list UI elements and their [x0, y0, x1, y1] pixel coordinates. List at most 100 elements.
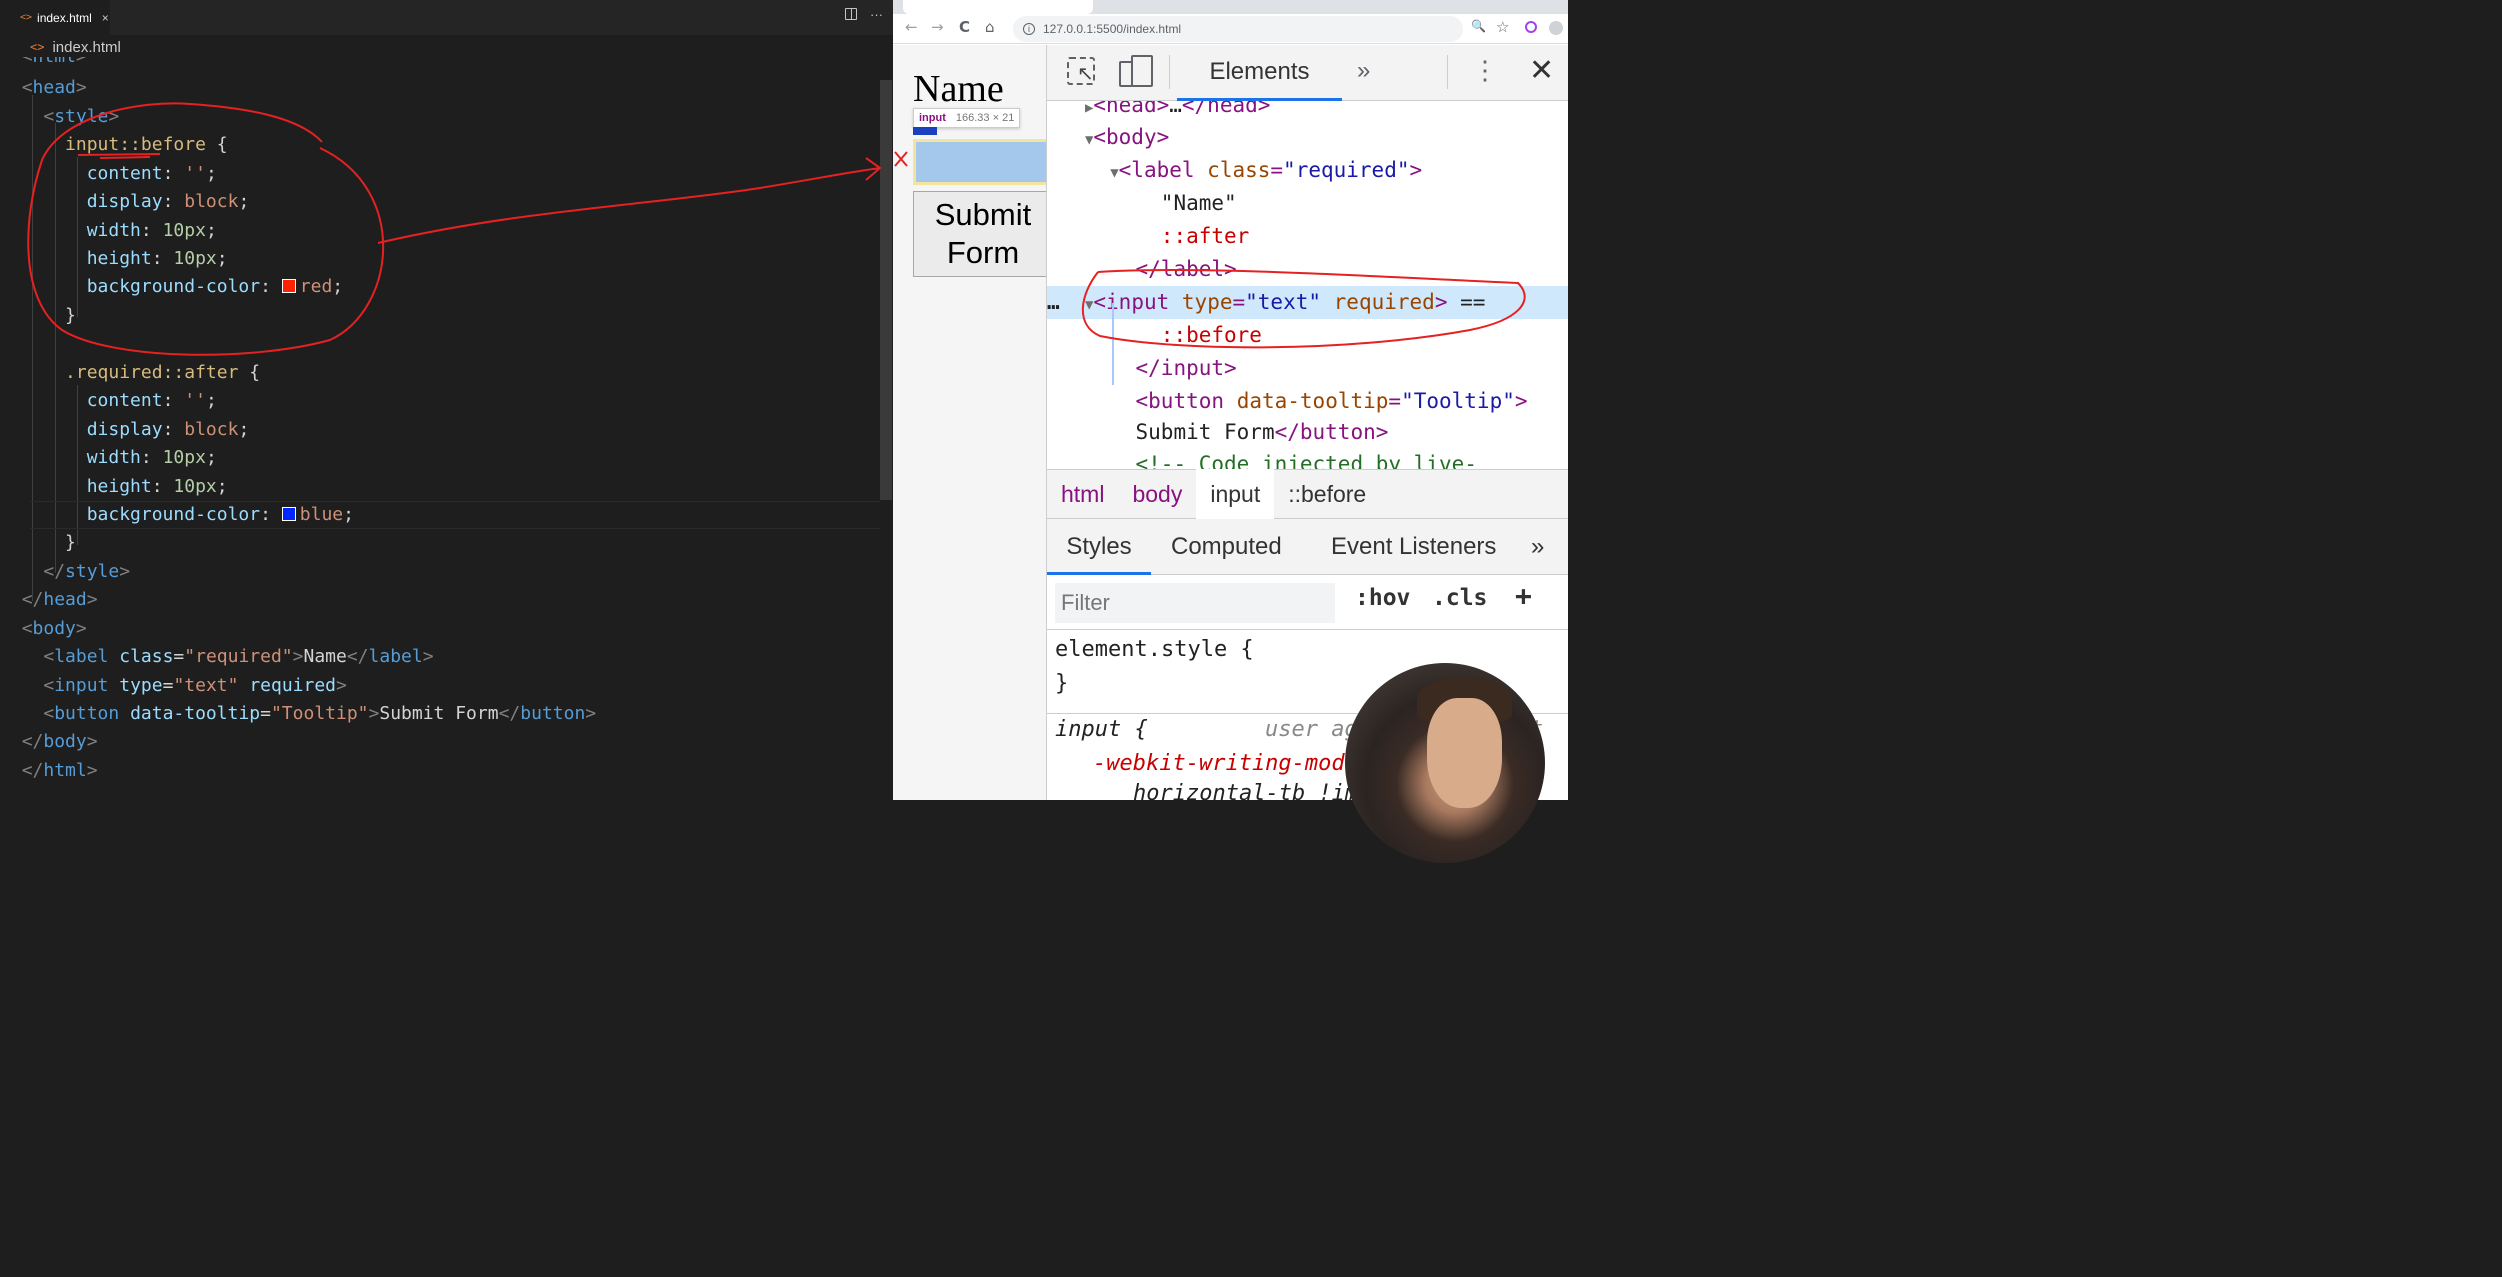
color-swatch-blue[interactable]	[281, 507, 296, 521]
styles-filter-input[interactable]: Filter	[1055, 583, 1335, 623]
tab-computed[interactable]: Computed	[1171, 519, 1282, 575]
dom-node-input-close[interactable]: </input>	[1047, 352, 1568, 385]
page-label-name: Name	[913, 68, 1004, 110]
more-actions-icon[interactable]: ···	[870, 7, 883, 22]
dom-node-comment[interactable]: <!-- Code injected by live-	[1047, 448, 1568, 469]
styles-subtabs: Styles Computed Event Listeners »	[1047, 519, 1568, 575]
code-line: height: 10px;	[86, 248, 228, 269]
code-line: </style>	[43, 561, 131, 582]
html-file-icon: <>	[30, 40, 45, 54]
code-line: <html>	[0, 57, 87, 71]
code-line: <style>	[43, 106, 120, 127]
back-icon[interactable]: ←	[905, 18, 918, 36]
dom-node-button[interactable]: <button data-tooltip="Tooltip">	[1047, 385, 1568, 418]
tab-event-listeners[interactable]: Event Listeners	[1331, 519, 1496, 575]
browser-tab-strip	[893, 0, 1568, 14]
dom-node-input-selected[interactable]: … ▼<input type="text" required> ==	[1047, 286, 1568, 319]
dom-node-button-text[interactable]: Submit Form</button>	[1047, 416, 1568, 449]
breadcrumb-file: index.html	[52, 38, 121, 56]
code-line: <body>	[21, 618, 87, 639]
code-editor[interactable]: 50 <> index.html × ··· <> index.html <ht…	[0, 0, 893, 800]
page-text-input[interactable]	[913, 139, 1046, 185]
collapse-caret-icon[interactable]: ▼	[1110, 165, 1118, 181]
more-subtabs-icon[interactable]: »	[1531, 519, 1544, 575]
breadcrumb-html[interactable]: html	[1047, 469, 1118, 519]
element-style-rule[interactable]: element.style {	[1055, 637, 1254, 662]
color-swatch-red[interactable]	[281, 279, 296, 293]
after-pseudo-box	[913, 127, 937, 135]
tooltip-size: 166.33 × 21	[955, 112, 1015, 124]
bookmark-star-icon[interactable]: ☆	[1496, 18, 1509, 36]
toolbar-divider	[1447, 55, 1448, 89]
editor-tab-label: index.html	[37, 10, 92, 25]
code-line: <input type="text" required>	[43, 675, 347, 696]
close-tab-icon[interactable]: ×	[102, 11, 109, 25]
device-toolbar-icon[interactable]	[1119, 55, 1153, 87]
input-rule-selector[interactable]: input {	[1055, 717, 1148, 742]
browser-tab[interactable]	[903, 0, 1093, 14]
breadcrumb-before[interactable]: ::before	[1274, 469, 1380, 519]
tab-elements[interactable]: Elements	[1177, 45, 1342, 101]
editor-scrollbar[interactable]	[880, 80, 892, 500]
hov-button[interactable]: :hov	[1355, 585, 1410, 611]
breadcrumb-body[interactable]: body	[1118, 469, 1196, 519]
cls-button[interactable]: .cls	[1432, 585, 1487, 611]
editor-tab-index-html[interactable]: <> index.html ×	[0, 0, 110, 35]
add-rule-icon[interactable]: +	[1515, 579, 1532, 612]
inspect-element-icon[interactable]	[1067, 57, 1095, 85]
code-line: width: 10px;	[86, 220, 217, 241]
submit-button-line2: Form	[946, 235, 1020, 270]
code-line: </head>	[21, 589, 98, 610]
code-line: .required::after {	[65, 362, 261, 383]
dom-indent-guide	[1112, 303, 1114, 385]
toolbar-divider	[1169, 55, 1170, 89]
code-line: background-color: red;	[86, 276, 344, 297]
home-icon[interactable]: ⌂	[985, 18, 995, 36]
presenter-face	[1427, 698, 1502, 808]
close-devtools-icon[interactable]: ✕	[1529, 53, 1554, 88]
dom-node-text[interactable]: "Name"	[1047, 187, 1568, 220]
code-area[interactable]: <html> <head> <style> input::before { co…	[0, 57, 880, 800]
reload-icon[interactable]: C	[959, 18, 970, 36]
dom-node-before[interactable]: ::before	[1047, 319, 1568, 352]
url-text: 127.0.0.1:5500/index.html	[1043, 22, 1182, 36]
styles-filter-row: Filter :hov .cls +	[1047, 575, 1568, 630]
code-line: display: block;	[86, 191, 250, 212]
inspect-tooltip: input 166.33 × 21	[913, 108, 1021, 128]
split-editor-icon[interactable]	[845, 8, 857, 20]
dom-tree[interactable]: ▶<head>…</head> ▼<body> ▼<label class="r…	[1047, 101, 1568, 469]
more-tabs-icon[interactable]: »	[1357, 57, 1370, 85]
page-viewport: Name input 166.33 × 21 Submit Form	[893, 45, 1046, 800]
webkit-writing-mode-prop[interactable]: -webkit-writing-mode:	[1093, 751, 1371, 776]
tab-styles[interactable]: Styles	[1047, 519, 1151, 575]
site-info-icon[interactable]: i	[1023, 23, 1035, 35]
tooltip-tag: input	[919, 112, 946, 124]
devtools-menu-icon[interactable]: ⋮	[1472, 55, 1498, 86]
code-line: height: 10px;	[86, 476, 228, 497]
code-line: <head>	[21, 77, 87, 98]
profile-avatar[interactable]	[1549, 21, 1563, 35]
code-line: width: 10px;	[86, 447, 217, 468]
code-line: content: '';	[86, 163, 217, 184]
dom-node-body[interactable]: ▼<body>	[1047, 121, 1568, 154]
element-style-close: }	[1055, 671, 1069, 696]
html-file-icon: <>	[20, 12, 33, 23]
code-line: </html>	[21, 760, 98, 781]
devtools-toolbar: Elements » ⋮ ✕	[1047, 45, 1568, 101]
code-line: content: '';	[86, 390, 217, 411]
presenter-webcam	[1345, 663, 1545, 863]
submit-button-line1: Submit	[934, 197, 1032, 232]
dom-node-label-close[interactable]: </label>	[1047, 253, 1568, 286]
extension-icon[interactable]	[1525, 21, 1537, 33]
editor-breadcrumb[interactable]: <> index.html	[30, 36, 121, 58]
dom-node-label[interactable]: ▼<label class="required">	[1047, 154, 1568, 187]
submit-form-button[interactable]: Submit Form	[913, 191, 1046, 277]
code-line: input::before {	[65, 134, 228, 155]
address-bar[interactable]: i 127.0.0.1:5500/index.html	[1013, 16, 1463, 42]
dom-node-after[interactable]: ::after	[1047, 220, 1568, 253]
code-line: background-color: blue;	[86, 504, 354, 525]
zoom-icon[interactable]: 🔍	[1471, 19, 1486, 33]
forward-icon[interactable]: →	[931, 18, 944, 36]
dom-node-head[interactable]: ▶<head>…</head>	[1047, 101, 1568, 122]
breadcrumb-input[interactable]: input	[1196, 469, 1275, 519]
